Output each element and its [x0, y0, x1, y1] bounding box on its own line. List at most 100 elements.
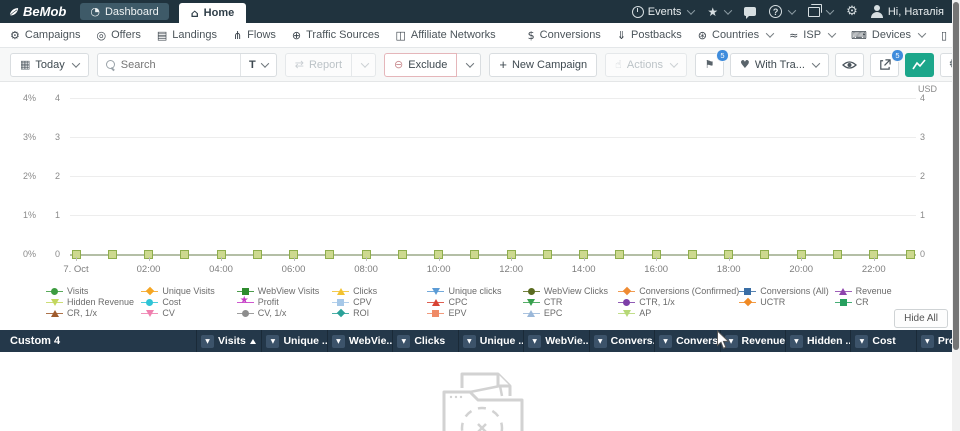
column-header[interactable]: ▼WebVie... — [327, 330, 392, 352]
column-header[interactable]: ▼Visits — [196, 330, 261, 352]
legend-item[interactable]: ★Profit — [237, 297, 332, 307]
legend-item[interactable]: CTR, 1/x — [618, 297, 739, 307]
legend-marker-shape — [337, 288, 345, 295]
nav-item-campaigns[interactable]: ⚙Campaigns — [10, 29, 81, 42]
nav-item-devices[interactable]: ⌨Devices — [851, 29, 925, 42]
billing-menu[interactable] — [808, 7, 833, 17]
nav-item-landings[interactable]: ▤Landings — [157, 29, 217, 42]
legend-item[interactable]: Clicks — [332, 286, 427, 296]
settings-button[interactable]: ⚙ — [846, 4, 858, 19]
column-header[interactable]: ▼Unique ... — [458, 330, 523, 352]
legend-item[interactable]: Hidden Revenue — [46, 297, 141, 307]
nav-item-traffic-sources[interactable]: ⊕Traffic Sources — [292, 29, 380, 42]
filter-funnel-icon[interactable]: ▼ — [463, 335, 476, 348]
x-axis-label: 20:00 — [781, 264, 821, 275]
filter-funnel-icon[interactable]: ▼ — [790, 335, 803, 348]
main-nav: ⚙Campaigns ◎Offers ▤Landings ⋔Flows ⊕Traffic… — [0, 23, 960, 48]
legend-item[interactable]: Conversions (All) — [739, 286, 834, 296]
scrollbar-thumb[interactable] — [953, 2, 959, 350]
date-range-button[interactable]: ▦ Today — [10, 53, 89, 77]
bemob-logo[interactable]: BeMob — [8, 4, 66, 19]
legend-item[interactable]: CTR — [523, 297, 618, 307]
filter-funnel-icon[interactable]: ▼ — [921, 335, 934, 348]
legend-item[interactable]: Revenue — [835, 286, 930, 296]
filter-funnel-icon[interactable]: ▼ — [659, 335, 672, 348]
report-button[interactable]: ⇄ Report — [285, 53, 352, 77]
share-button[interactable]: 5 — [870, 53, 899, 77]
legend-item[interactable]: UCTR — [739, 297, 834, 307]
dashboard-button[interactable]: ◔ Dashboard — [80, 3, 168, 20]
nav-item-isp[interactable]: ≈ISP — [789, 29, 835, 42]
hide-all-button[interactable]: Hide All — [894, 309, 948, 328]
search-type-dropdown[interactable]: T — [240, 54, 276, 76]
legend-item[interactable]: CR — [835, 297, 930, 307]
favorites-menu[interactable]: ★ — [707, 5, 731, 19]
filter-funnel-icon[interactable]: ▼ — [594, 335, 607, 348]
legend-item[interactable]: CPV — [332, 297, 427, 307]
legend-item[interactable]: CPC — [427, 297, 522, 307]
exclude-dropdown[interactable] — [457, 53, 481, 77]
search-input[interactable] — [119, 58, 240, 72]
legend-item[interactable]: Cost — [141, 297, 236, 307]
nav-item-postbacks[interactable]: ⇓Postbacks — [617, 29, 682, 42]
nav-item-label: ISP — [803, 29, 821, 41]
filter-funnel-icon[interactable]: ▼ — [725, 335, 738, 348]
report-dropdown[interactable] — [352, 53, 376, 77]
filter-funnel-icon[interactable]: ▼ — [201, 335, 214, 348]
legend-marker-shape: ★ — [240, 296, 249, 306]
legend-item[interactable]: WebView Clicks — [523, 286, 618, 296]
new-campaign-button[interactable]: + New Campaign — [489, 53, 597, 77]
filter-funnel-icon[interactable]: ▼ — [332, 335, 345, 348]
column-header[interactable]: ▼Unique ... — [261, 330, 326, 352]
legend-item[interactable]: CV, 1/x — [237, 308, 332, 318]
visibility-button[interactable] — [835, 53, 864, 77]
filter-funnel-icon[interactable]: ▼ — [266, 335, 279, 348]
column-header[interactable]: ▼Convers... — [654, 330, 719, 352]
table-first-column-header[interactable]: Custom 4 — [0, 335, 196, 347]
column-header[interactable]: ▼Hidden ... — [785, 330, 850, 352]
column-header[interactable]: ▼Convers... — [589, 330, 654, 352]
exclude-button[interactable]: ⊖ Exclude — [384, 53, 457, 77]
vertical-scrollbar[interactable] — [952, 0, 960, 431]
actions-dropdown[interactable]: ☝ Actions — [605, 53, 687, 77]
legend-item[interactable]: AP — [618, 308, 739, 318]
events-menu[interactable]: Events — [632, 6, 695, 18]
legend-item[interactable]: EPV — [427, 308, 522, 318]
column-header[interactable]: ▼WebVie... — [523, 330, 588, 352]
legend-item[interactable]: CR, 1/x — [46, 308, 141, 318]
nav-item-countries[interactable]: ⊛Countries — [698, 29, 773, 42]
search-type-label: T — [249, 59, 256, 71]
y-axis-label-count: 3 — [40, 132, 60, 142]
column-header[interactable]: ▼Clicks — [392, 330, 457, 352]
legend-item[interactable]: Unique Visits — [141, 286, 236, 296]
chart-toggle-button[interactable] — [905, 53, 934, 77]
legend-item[interactable]: Conversions (Confirmed) — [618, 286, 739, 296]
chat-button[interactable] — [744, 7, 756, 16]
filter-funnel-icon[interactable]: ▼ — [855, 335, 868, 348]
legend-item[interactable]: EPC — [523, 308, 618, 318]
column-header[interactable]: ▼Cost — [850, 330, 915, 352]
legend-item[interactable]: CV — [141, 308, 236, 318]
data-point-marker — [615, 250, 624, 259]
nav-item-conversions[interactable]: $Conversions — [528, 29, 601, 42]
tab-home[interactable]: ⌂ Home — [179, 3, 246, 23]
traffic-filter-dropdown[interactable]: ♥ With Tra... — [730, 53, 829, 77]
user-menu[interactable]: Hi, Наталія — [871, 5, 944, 18]
legend-item[interactable]: Unique clicks — [427, 286, 522, 296]
nav-item-flows[interactable]: ⋔Flows — [233, 29, 276, 42]
filter-funnel-icon[interactable]: ▼ — [397, 335, 410, 348]
nav-item-affiliate-networks[interactable]: ◫Affiliate Networks — [395, 29, 495, 42]
legend-item-label: CTR — [544, 297, 563, 307]
legend-item-label: Unique Visits — [162, 286, 214, 296]
flag-filter-button[interactable]: ⚑ 5 — [695, 53, 724, 77]
legend-item[interactable]: WebView Visits — [237, 286, 332, 296]
help-menu[interactable]: ? — [769, 5, 795, 18]
nav-item-offers[interactable]: ◎Offers — [97, 29, 141, 42]
filter-funnel-icon[interactable]: ▼ — [528, 335, 541, 348]
legend-item[interactable]: ROI — [332, 308, 427, 318]
star-icon: ★ — [707, 5, 718, 19]
events-label: Events — [648, 6, 682, 18]
legend-item[interactable]: Visits — [46, 286, 141, 296]
column-header[interactable]: ▼Revenue — [720, 330, 785, 352]
y-axis-label-usd: 2 — [920, 171, 946, 181]
